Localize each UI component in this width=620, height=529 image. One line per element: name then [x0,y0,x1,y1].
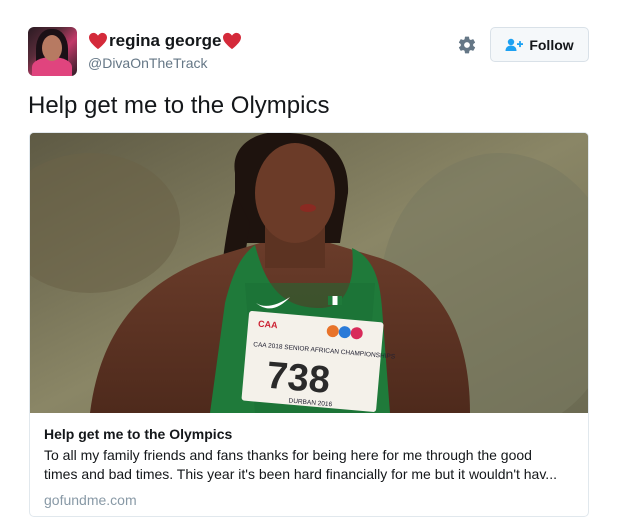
user-name-row[interactable]: regina george [88,30,242,52]
card-image[interactable]: CAA CAA 2018 SENIOR AFRICAN CHAMPIONSHIP… [30,133,588,413]
card-description: To all my family friends and fans thanks… [44,447,557,482]
gear-icon[interactable] [457,35,477,55]
avatar-face [42,35,62,61]
heart-icon [223,32,242,50]
add-person-icon [505,38,524,51]
tweet-text: Help get me to the Olympics [28,92,330,119]
heart-icon [89,32,107,50]
follow-button[interactable]: Follow [490,27,589,62]
avatar[interactable] [28,27,77,76]
bib-number: 738 [265,355,332,402]
follow-label: Follow [529,36,574,53]
card-domain[interactable]: gofundme.com [44,491,574,509]
user-handle[interactable]: @DivaOnTheTrack [88,55,208,71]
link-card[interactable]: CAA CAA 2018 SENIOR AFRICAN CHAMPIONSHIP… [29,132,589,517]
athlete-photo: CAA CAA 2018 SENIOR AFRICAN CHAMPIONSHIP… [30,133,588,413]
card-body[interactable]: Help get me to the Olympics To all my fa… [30,413,588,509]
display-name[interactable]: regina george [109,31,221,51]
bib-org: CAA [258,319,279,331]
card-title[interactable]: Help get me to the Olympics [44,424,574,444]
